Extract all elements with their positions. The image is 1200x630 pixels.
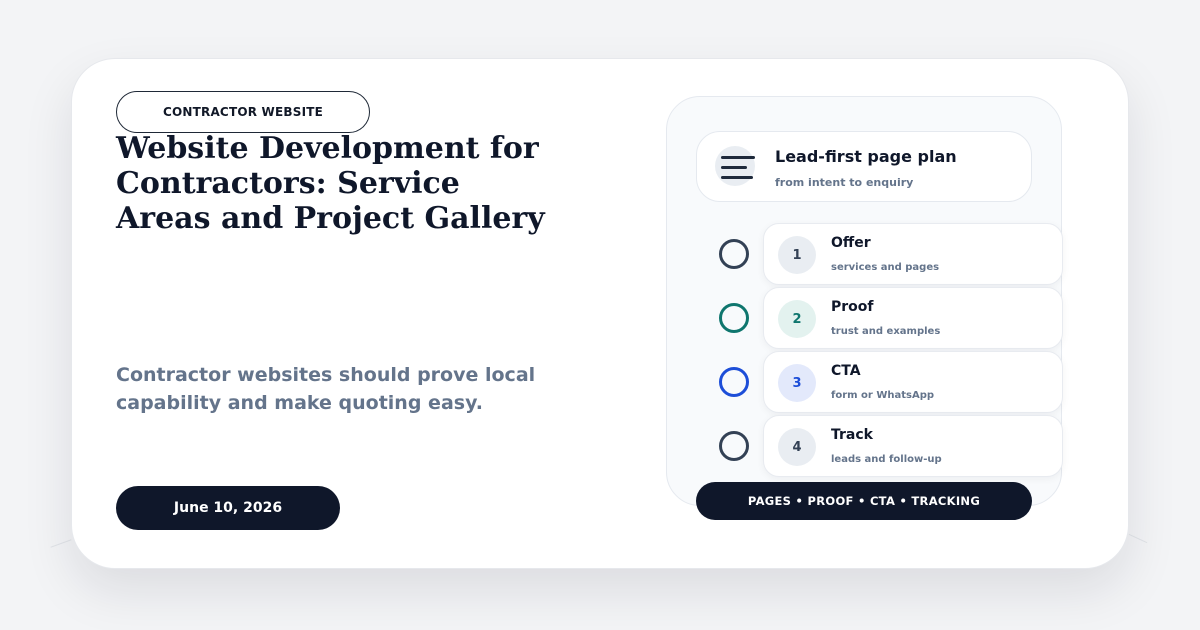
plan-header-card: Lead-first page plan from intent to enqu… xyxy=(696,131,1032,202)
step-1-ring-icon xyxy=(719,239,749,269)
step-3-ring-icon xyxy=(719,367,749,397)
step-number: 3 xyxy=(778,364,816,402)
step-title: CTA xyxy=(831,363,861,379)
footer-summary-pill: PAGES • PROOF • CTA • TRACKING xyxy=(696,482,1032,520)
step-number: 4 xyxy=(778,428,816,466)
page-subtitle: Contractor websites should prove local c… xyxy=(116,364,536,414)
step-subtitle: services and pages xyxy=(831,262,940,273)
step-title: Proof xyxy=(831,299,874,315)
step-number: 1 xyxy=(778,236,816,274)
step-subtitle: leads and follow-up xyxy=(831,454,942,465)
step-subtitle: form or WhatsApp xyxy=(831,390,935,401)
step-subtitle: trust and examples xyxy=(831,326,941,337)
step-title: Track xyxy=(831,427,873,443)
plan-title: Lead-first page plan xyxy=(775,147,957,166)
step-card-track: 4 Track leads and follow-up xyxy=(763,415,1063,477)
step-4-ring-icon xyxy=(719,431,749,461)
step-card-offer: 1 Offer services and pages xyxy=(763,223,1063,285)
step-number: 2 xyxy=(778,300,816,338)
step-2-ring-icon xyxy=(719,303,749,333)
category-badge: CONTRACTOR WEBSITE xyxy=(116,91,370,133)
menu-lines-icon xyxy=(715,146,755,186)
date-badge: June 10, 2026 xyxy=(116,486,340,530)
step-card-cta: 3 CTA form or WhatsApp xyxy=(763,351,1063,413)
background-line-right xyxy=(1128,533,1148,544)
page-title: Website Development for Contractors: Ser… xyxy=(116,131,545,236)
step-title: Offer xyxy=(831,235,871,251)
background-line-left xyxy=(50,539,72,548)
plan-subtitle: from intent to enquiry xyxy=(775,176,914,189)
step-card-proof: 2 Proof trust and examples xyxy=(763,287,1063,349)
